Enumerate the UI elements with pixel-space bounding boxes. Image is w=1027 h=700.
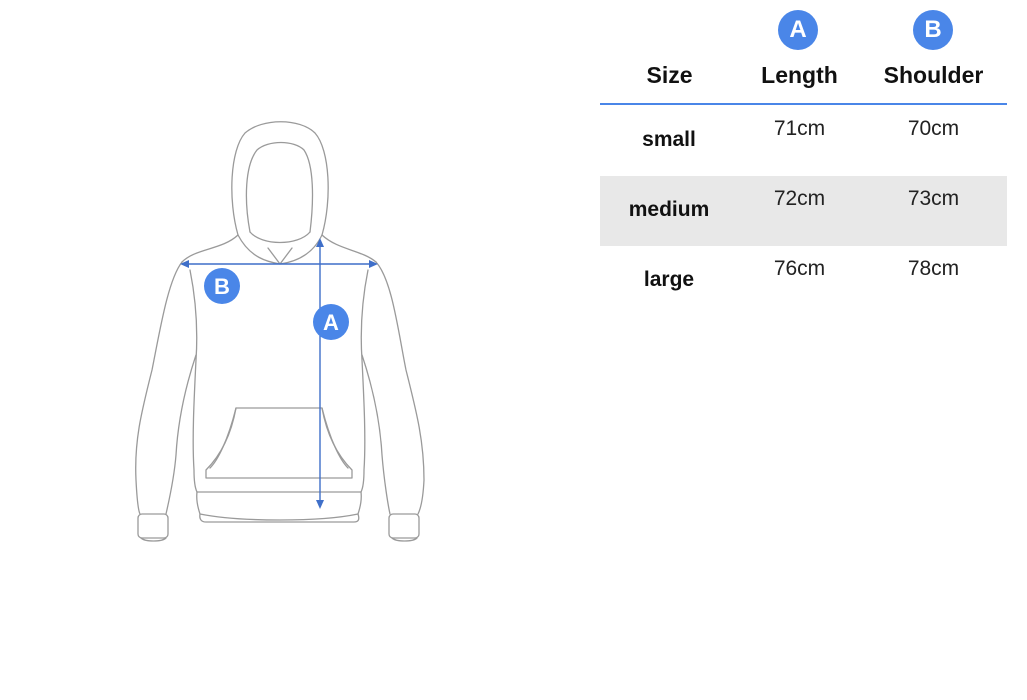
length-cell: 71cm	[773, 117, 826, 140]
table-row: large 76cm 78cm	[600, 246, 1007, 316]
size-cell: large	[643, 268, 695, 291]
shoulder-cell: 78cm	[907, 257, 960, 280]
hoodie-illustration: A B	[0, 0, 590, 700]
shoulder-column-header: Shoulder	[883, 62, 984, 88]
hoodie-outline	[135, 121, 425, 542]
shoulder-marker-label: B	[214, 274, 230, 299]
shoulder-cell: 70cm	[907, 117, 960, 140]
shoulder-header-badge: B	[913, 10, 953, 50]
header-divider	[600, 103, 1007, 105]
length-measure-arrow	[316, 238, 324, 509]
shoulder-measure-arrow	[180, 260, 378, 268]
length-header-badge: A	[778, 10, 818, 50]
hoodie-diagram: A B	[135, 121, 425, 542]
size-cell: medium	[628, 198, 710, 221]
shoulder-cell: 73cm	[907, 187, 960, 210]
size-cell: small	[642, 128, 696, 151]
shoulder-marker-badge: B	[204, 268, 240, 304]
length-cell: 72cm	[773, 187, 826, 210]
length-marker-badge: A	[313, 304, 349, 340]
size-column-header: Size	[646, 62, 693, 88]
length-marker-label: A	[323, 310, 339, 335]
length-cell: 76cm	[773, 257, 826, 280]
length-column-header: Length	[761, 62, 838, 88]
table-row: small 71cm 70cm	[600, 106, 1007, 176]
table-row: medium 72cm 73cm	[600, 176, 1007, 246]
